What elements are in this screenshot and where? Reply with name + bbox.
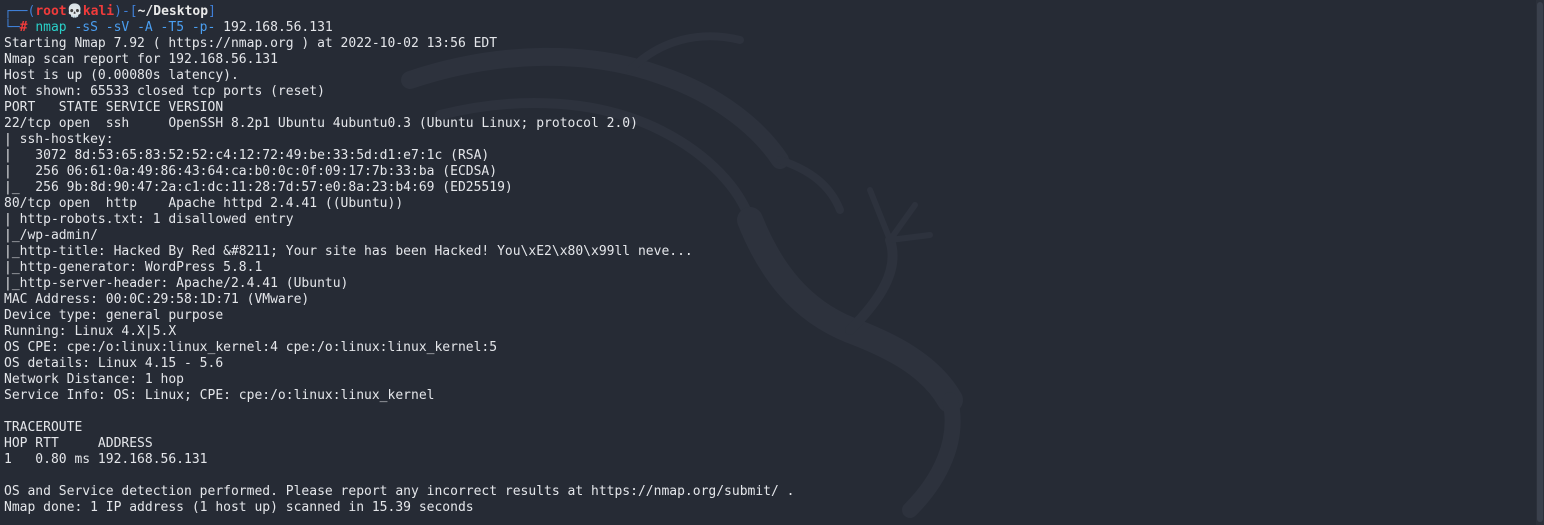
terminal-output: ┌──(root💀kali)-[~/Desktop] └─# nmap -sS …	[4, 4, 1532, 516]
output-line: 22/tcp open ssh OpenSSH 8.2p1 Ubuntu 4ub…	[4, 116, 638, 131]
output-line: OS details: Linux 4.15 - 5.6	[4, 356, 224, 371]
prompt-symbol: #	[19, 20, 36, 35]
output-line: Running: Linux 4.X|5.X	[4, 324, 177, 339]
output-line: MAC Address: 00:0C:29:58:1D:71 (VMware)	[4, 292, 310, 307]
output-line: Service Info: OS: Linux; CPE: cpe:/o:lin…	[4, 388, 435, 403]
terminal-window[interactable]: ┌──(root💀kali)-[~/Desktop] └─# nmap -sS …	[0, 0, 1544, 525]
prompt-line-1: ┌──(root💀kali)-[~/Desktop]	[4, 4, 1532, 20]
output-line: Starting Nmap 7.92 ( https://nmap.org ) …	[4, 36, 498, 51]
command-line[interactable]: └─# nmap -sS -sV -A -T5 -p- 192.168.56.1…	[4, 20, 1532, 36]
output-line: OS CPE: cpe:/o:linux:linux_kernel:4 cpe:…	[4, 340, 498, 355]
output-line: Not shown: 65533 closed tcp ports (reset…	[4, 84, 325, 99]
vertical-scrollbar[interactable]	[1536, 0, 1544, 525]
output-line: |_/wp-admin/	[4, 228, 98, 243]
output-line: Network Distance: 1 hop	[4, 372, 185, 387]
output-line: PORT STATE SERVICE VERSION	[4, 100, 224, 115]
output-line: |_http-generator: WordPress 5.8.1	[4, 260, 263, 275]
prompt-path: ~/Desktop	[137, 4, 209, 19]
prompt-user: root	[35, 4, 67, 19]
prompt-corner-top: ┌──(	[4, 4, 36, 19]
output-line: 1 0.80 ms 192.168.56.131	[4, 452, 208, 467]
output-line: |_http-title: Hacked By Red &#8211; Your…	[4, 244, 693, 259]
prompt-corner-bottom: └─	[4, 20, 20, 35]
command-args: -sS -sV -A -T5 -p-	[66, 20, 216, 35]
output-line: | http-robots.txt: 1 disallowed entry	[4, 212, 302, 227]
output-line: OS and Service detection performed. Plea…	[4, 484, 795, 499]
output-line: Nmap done: 1 IP address (1 host up) scan…	[4, 500, 474, 515]
output-line: |_http-server-header: Apache/2.4.41 (Ubu…	[4, 276, 349, 291]
output-line: TRACEROUTE	[4, 420, 83, 435]
output-line: Host is up (0.00080s latency).	[4, 68, 239, 83]
output-line: |_ 256 9b:8d:90:47:2a:c1:dc:11:28:7d:57:…	[4, 180, 513, 195]
output-line: 80/tcp open http Apache httpd 2.4.41 ((U…	[4, 196, 404, 211]
command-host: 192.168.56.131	[215, 20, 333, 35]
output-line: | 256 06:61:0a:49:86:43:64:ca:b0:0c:0f:0…	[4, 164, 498, 179]
prompt-close: ]	[208, 4, 216, 19]
prompt-host: kali	[82, 4, 115, 19]
output-line: Device type: general purpose	[4, 308, 224, 323]
output-line: HOP RTT ADDRESS	[4, 436, 153, 451]
prompt-separator: )-[	[114, 4, 138, 19]
skull-icon: 💀	[66, 4, 83, 19]
output-line: | 3072 8d:53:65:83:52:52:c4:12:72:49:be:…	[4, 148, 490, 163]
output-line: | ssh-hostkey:	[4, 132, 122, 147]
command-name: nmap	[35, 20, 67, 35]
output-line: Nmap scan report for 192.168.56.131	[4, 52, 278, 67]
scrollbar-thumb[interactable]	[1537, 2, 1543, 522]
